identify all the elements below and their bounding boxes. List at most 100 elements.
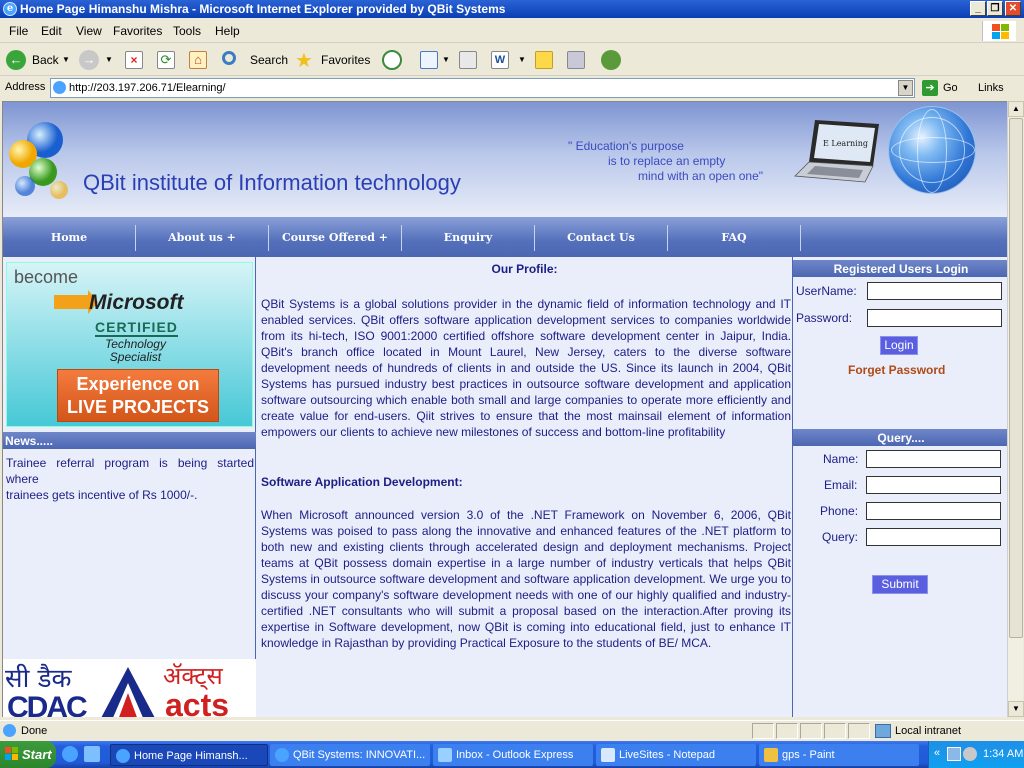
mail-button[interactable]: ▼ — [418, 48, 452, 72]
nav-contact-us[interactable]: Contact Us — [535, 225, 668, 251]
nav-course-offered[interactable]: Course Offered + — [269, 225, 402, 251]
paint-icon — [764, 748, 778, 762]
quote-line: is to replace an empty — [608, 154, 726, 168]
toolbar: ← Back ▼ → ▼ × ⟳ ⌂ Search ★ Favorites ▼ … — [0, 44, 1024, 76]
favorites-button[interactable]: ★ Favorites — [293, 48, 373, 72]
cdac-logo: CDAC — [7, 691, 88, 717]
print-button[interactable] — [456, 48, 482, 72]
research-button[interactable] — [564, 48, 590, 72]
section-paragraph: When Microsoft announced version 3.0 of … — [261, 508, 791, 650]
site-title: QBit institute of Information technology — [83, 170, 461, 195]
task-ie-home[interactable]: Home Page Himansh... — [110, 744, 268, 766]
links-button[interactable]: Links — [978, 82, 1004, 94]
home-button[interactable]: ⌂ — [186, 48, 210, 72]
scroll-thumb[interactable] — [1009, 118, 1023, 638]
history-button[interactable] — [380, 48, 404, 72]
back-button[interactable]: ← Back ▼ — [4, 48, 74, 72]
intranet-icon — [875, 724, 891, 738]
menu-tools[interactable]: Tools — [173, 24, 201, 38]
messenger-icon — [601, 50, 621, 70]
menu-favorites[interactable]: Favorites — [113, 24, 162, 38]
menu-edit[interactable]: Edit — [41, 24, 62, 38]
task-outlook-inbox[interactable]: Inbox - Outlook Express — [433, 744, 593, 766]
maximize-button[interactable]: ❐ — [987, 1, 1003, 16]
email-input[interactable] — [866, 476, 1001, 494]
window-title-bar[interactable]: e Home Page Himanshu Mishra - Microsoft … — [0, 0, 1024, 18]
refresh-button[interactable]: ⟳ — [154, 48, 178, 72]
password-input[interactable] — [867, 309, 1002, 327]
network-icon[interactable] — [947, 747, 961, 761]
edit-button[interactable]: W ▼ — [488, 48, 528, 72]
query-input[interactable] — [866, 528, 1001, 546]
outlook-icon — [438, 748, 452, 762]
section-title: Software Application Development: — [261, 475, 463, 489]
nav-faq[interactable]: FAQ — [668, 225, 801, 251]
name-label: Name: — [823, 452, 859, 466]
cdac-hindi-logo: सी डैक — [5, 664, 72, 694]
scroll-down-button[interactable]: ▼ — [1008, 701, 1024, 717]
show-hidden-icons-button[interactable]: « — [934, 747, 940, 759]
status-cell — [776, 723, 798, 739]
search-icon — [222, 51, 236, 65]
nav-home[interactable]: Home — [3, 225, 136, 251]
search-button[interactable]: Search — [220, 48, 288, 72]
ie-quicklaunch-icon[interactable] — [62, 746, 78, 762]
scroll-up-button[interactable]: ▲ — [1008, 101, 1024, 117]
address-input[interactable] — [50, 78, 915, 98]
news-text: Trainee referral program is being starte… — [6, 456, 254, 502]
name-input[interactable] — [866, 450, 1001, 468]
phone-input[interactable] — [866, 502, 1001, 520]
microsoft-certified-ad[interactable]: become Microsoft CERTIFIED Technology Sp… — [6, 262, 253, 427]
login-button[interactable]: Login — [880, 336, 918, 355]
vertical-scrollbar[interactable]: ▲ ▼ — [1007, 101, 1024, 717]
windows-flag-icon — [5, 747, 18, 760]
nav-about-us[interactable]: About us + — [136, 225, 269, 251]
outlook-quicklaunch-icon[interactable] — [84, 746, 100, 762]
notepad-icon — [601, 748, 615, 762]
volume-icon[interactable] — [963, 747, 977, 761]
chevron-down-icon[interactable]: ▼ — [442, 55, 450, 64]
address-dropdown-button[interactable]: ▼ — [898, 80, 913, 96]
forward-button[interactable]: → ▼ — [77, 48, 117, 72]
stop-button[interactable]: × — [122, 48, 146, 72]
menu-view[interactable]: View — [76, 24, 102, 38]
task-paint[interactable]: gps - Paint — [759, 744, 919, 766]
acts-logo: acts — [165, 687, 230, 717]
chevron-down-icon[interactable]: ▼ — [518, 55, 526, 64]
submit-button[interactable]: Submit — [872, 575, 928, 594]
laptop-image: E Learning — [794, 120, 879, 183]
chevron-down-icon[interactable]: ▼ — [62, 55, 70, 64]
menu-bar: File Edit View Favorites Tools Help — [0, 19, 1024, 43]
query-heading: Query.... — [793, 429, 1007, 446]
close-button[interactable]: ✕ — [1005, 1, 1021, 16]
username-input[interactable] — [867, 282, 1002, 300]
menu-help[interactable]: Help — [215, 24, 240, 38]
discuss-button[interactable] — [532, 48, 558, 72]
windows-logo-icon — [982, 21, 1016, 41]
site-banner: QBit institute of Information technology… — [3, 102, 1007, 217]
messenger-button[interactable] — [598, 48, 624, 72]
ie-icon — [275, 748, 289, 762]
main-content: Our Profile: QBit Systems is a global so… — [257, 257, 792, 717]
research-icon — [567, 51, 585, 69]
task-qbit-systems[interactable]: QBit Systems: INNOVATI... — [270, 744, 430, 766]
status-cell — [752, 723, 774, 739]
minimize-button[interactable]: _ — [970, 1, 986, 16]
status-cell — [848, 723, 870, 739]
address-bar: Address ▼ ➔ Go Links — [0, 77, 1024, 99]
ad-become: become — [14, 267, 79, 287]
go-button[interactable]: ➔ Go — [920, 79, 962, 97]
menu-file[interactable]: File — [9, 24, 28, 38]
mail-icon — [420, 51, 438, 69]
chevron-down-icon[interactable]: ▼ — [105, 55, 113, 64]
forget-password-link[interactable]: Forget Password — [848, 363, 945, 377]
task-notepad[interactable]: LiveSites - Notepad — [596, 744, 756, 766]
clock[interactable]: 1:34 AM — [983, 748, 1023, 760]
start-button[interactable]: Start — [0, 741, 56, 768]
news-heading: News..... — [3, 432, 256, 449]
go-arrow-icon: ➔ — [922, 80, 938, 96]
word-icon: W — [491, 51, 509, 69]
nav-enquiry[interactable]: Enquiry — [402, 225, 535, 251]
query-label: Query: — [822, 530, 859, 544]
profile-paragraph: QBit Systems is a global solutions provi… — [261, 297, 791, 439]
